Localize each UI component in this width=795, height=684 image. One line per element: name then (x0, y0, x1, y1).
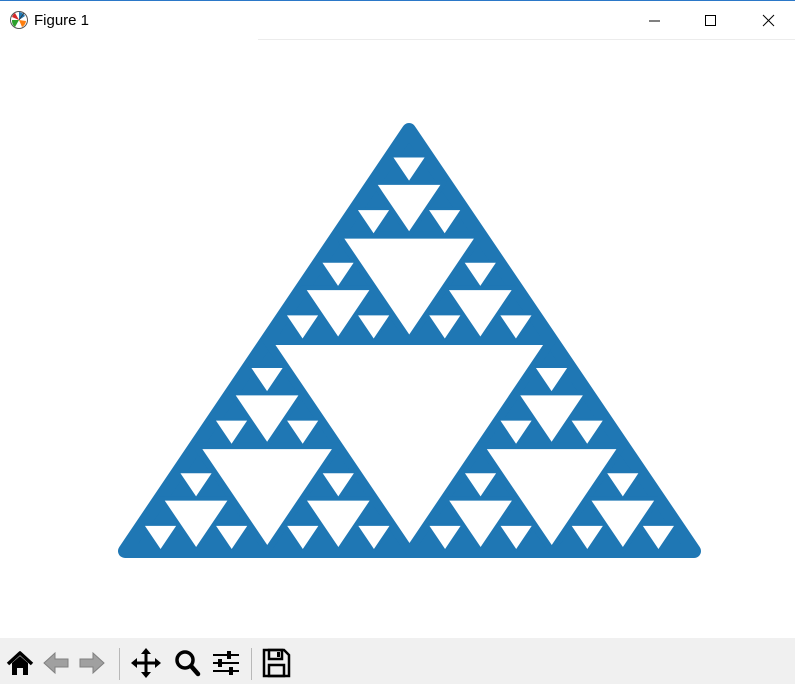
maximize-icon (705, 15, 716, 26)
floppy-disk-icon (262, 648, 291, 678)
magnifier-icon (175, 650, 201, 677)
minimize-icon (649, 20, 660, 22)
matplotlib-icon (10, 11, 28, 29)
close-icon (762, 14, 775, 27)
zoom-button[interactable] (170, 646, 204, 680)
figure-window: Figure 1 (0, 0, 795, 684)
sliders-icon (213, 651, 239, 675)
home-icon (6, 651, 34, 675)
maximize-button[interactable] (682, 1, 740, 39)
toolbar-separator (251, 648, 252, 680)
forward-arrow-icon (79, 651, 105, 675)
back-arrow-icon (43, 651, 69, 675)
forward-button[interactable] (75, 646, 109, 680)
configure-subplots-button[interactable] (209, 646, 243, 680)
minimize-button[interactable] (625, 1, 683, 39)
toolbar-separator (119, 648, 120, 680)
close-button[interactable] (739, 1, 795, 39)
home-button[interactable] (3, 646, 37, 680)
back-button[interactable] (39, 646, 73, 680)
pan-button[interactable] (129, 646, 163, 680)
figure-canvas[interactable] (0, 40, 795, 638)
save-button[interactable] (259, 646, 293, 680)
sierpinski-plot (118, 123, 701, 558)
window-title: Figure 1 (34, 12, 90, 29)
navigation-toolbar (0, 638, 795, 684)
title-bar[interactable]: Figure 1 (0, 0, 795, 40)
move-arrows-icon (131, 648, 161, 678)
sierpinski-triangle (118, 123, 701, 558)
